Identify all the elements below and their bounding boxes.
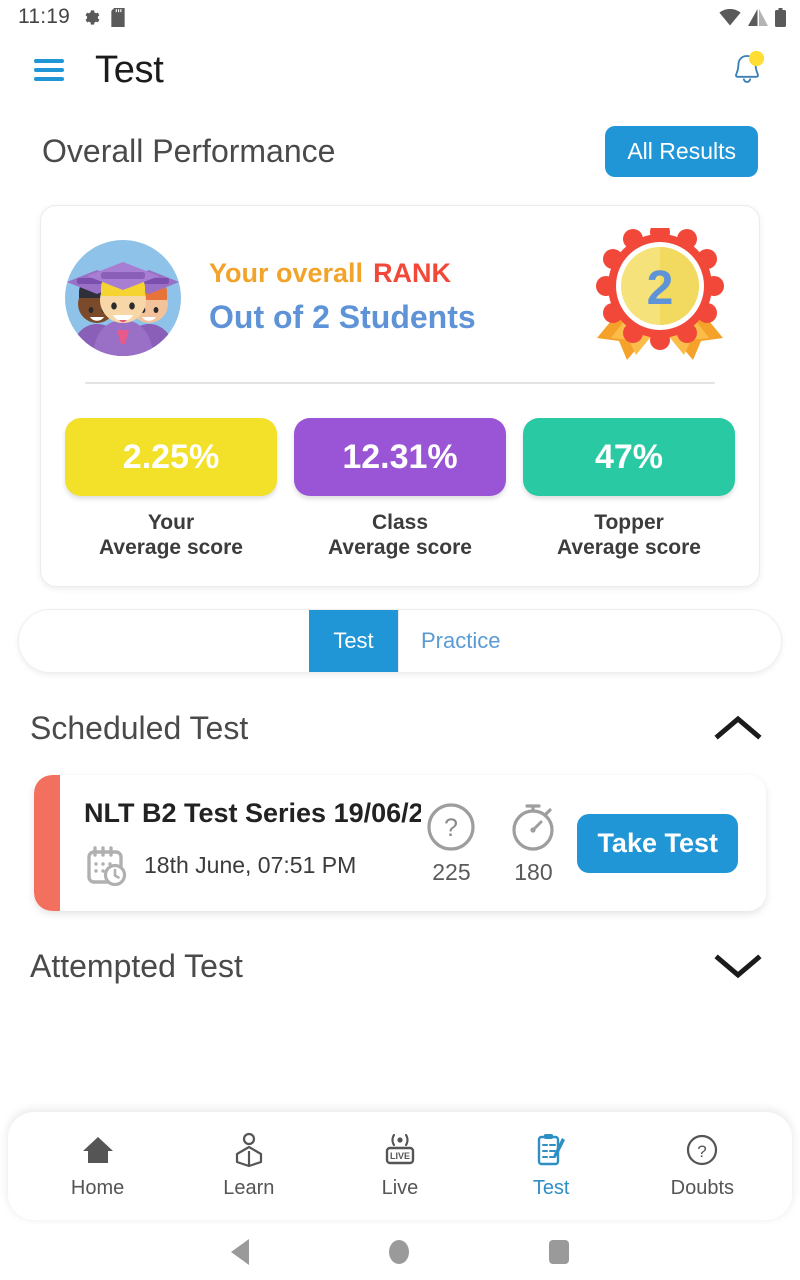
- chevron-up-icon[interactable]: [712, 712, 764, 744]
- rank-text-block: Your overall RANK Out of 2 Students: [209, 257, 585, 338]
- score-caption: Your Average score: [99, 510, 243, 560]
- nav-item-home[interactable]: Home: [38, 1132, 158, 1200]
- score-caption: Topper Average score: [557, 510, 701, 560]
- performance-card: Your overall RANK Out of 2 Students 2 2.…: [40, 205, 760, 588]
- tab-spacer: [19, 610, 309, 672]
- tab-practice[interactable]: Practice: [398, 610, 520, 673]
- notifications-button[interactable]: [722, 44, 774, 96]
- app-screen: 11:19 Test Overall Performance All Resul…: [0, 0, 800, 1280]
- square-recents-icon[interactable]: [549, 1240, 569, 1264]
- wifi-icon: [719, 8, 741, 25]
- page-title: Test: [95, 48, 164, 91]
- take-test-button[interactable]: Take Test: [577, 813, 738, 873]
- android-system-nav: [0, 1224, 800, 1280]
- score-caption-line2: Average score: [328, 536, 472, 560]
- nav-item-doubts[interactable]: ? Doubts: [642, 1132, 762, 1200]
- calendar-clock-icon: [87, 846, 127, 886]
- status-bar-clock: 11:19: [18, 5, 70, 28]
- rank-label-prefix: Your overall: [209, 258, 364, 289]
- signal-icon: [748, 8, 768, 26]
- score-caption-line1: Your: [147, 511, 195, 534]
- scheduled-test-card[interactable]: NLT B2 Test Series 19/06/2... 18th June,…: [34, 775, 766, 912]
- scheduled-test-title: Scheduled Test: [30, 709, 249, 746]
- nav-item-live[interactable]: LIVE Live: [340, 1132, 460, 1200]
- card-accent-strip: [34, 775, 60, 912]
- test-datetime: 18th June, 07:51 PM: [144, 852, 357, 879]
- score-value: 47%: [523, 418, 735, 496]
- all-results-button[interactable]: All Results: [605, 126, 758, 177]
- nav-item-learn[interactable]: Learn: [189, 1132, 309, 1200]
- rosette-badge-icon: 2: [596, 228, 724, 360]
- score-caption-line1: Topper: [594, 511, 664, 534]
- live-icon: LIVE: [385, 1133, 415, 1165]
- home-icon: [82, 1137, 113, 1163]
- tab-test[interactable]: Test: [309, 610, 398, 673]
- bell-icon: [735, 50, 765, 83]
- rank-row: Your overall RANK Out of 2 Students 2: [63, 228, 737, 368]
- question-count-stat: ? 225: [421, 801, 481, 886]
- test-schedule-row: 18th June, 07:51 PM: [84, 843, 421, 889]
- score-value: 12.31%: [294, 418, 506, 496]
- scheduled-test-header[interactable]: Scheduled Test: [0, 703, 800, 753]
- graduates-avatar: [65, 240, 181, 356]
- status-bar-left: 11:19: [18, 5, 125, 29]
- reading-icon: [235, 1132, 262, 1168]
- card-divider: [85, 382, 715, 384]
- question-count-value: 225: [432, 858, 471, 885]
- chevron-down-icon[interactable]: [712, 950, 764, 982]
- circle-home-icon[interactable]: [389, 1240, 409, 1264]
- status-bar: 11:19: [0, 0, 800, 34]
- overall-performance-header: Overall Performance All Results: [0, 106, 800, 177]
- test-practice-tabs: Test Practice: [18, 609, 782, 674]
- bottom-navigation: Home Learn LIVE Live Test ? Doubts: [8, 1112, 792, 1220]
- sdcard-icon: [111, 7, 125, 27]
- nav-label: Home: [70, 1177, 125, 1199]
- duration-stat: 180: [503, 801, 563, 886]
- rank-label-line: Your overall RANK: [209, 257, 585, 291]
- score-pill-topper: 47% Topper Average score: [523, 418, 735, 560]
- svg-text:?: ?: [698, 1142, 707, 1161]
- notification-badge-dot: [748, 50, 765, 67]
- stopwatch-icon: [512, 804, 555, 851]
- test-card-info: NLT B2 Test Series 19/06/2... 18th June,…: [84, 798, 421, 889]
- nav-label: Doubts: [670, 1177, 735, 1199]
- score-caption-line2: Average score: [557, 536, 701, 560]
- duration-value: 180: [514, 858, 553, 885]
- rank-label-rank: RANK: [373, 258, 452, 289]
- svg-text:?: ?: [444, 814, 458, 842]
- test-stats: ? 225 180: [421, 801, 563, 886]
- battery-icon: [775, 7, 786, 27]
- score-pill-your: 2.25% Your Average score: [65, 418, 277, 560]
- app-bar: Test: [0, 34, 800, 106]
- score-pills: 2.25% Your Average score 12.31% Class Av…: [63, 418, 737, 560]
- rosette-rank-value: 2: [647, 262, 674, 315]
- status-bar-right: [719, 7, 786, 27]
- triangle-back-icon[interactable]: [231, 1239, 249, 1265]
- attempted-test-title: Attempted Test: [30, 947, 243, 984]
- nav-item-test[interactable]: Test: [491, 1132, 611, 1200]
- nav-label: Live: [381, 1177, 419, 1199]
- score-caption: Class Average score: [328, 510, 472, 560]
- clipboard-pen-icon: [537, 1134, 566, 1166]
- question-mark-circle-icon: ?: [427, 803, 476, 851]
- nav-label: Learn: [223, 1177, 275, 1199]
- score-caption-line1: Class: [371, 511, 429, 534]
- test-name: NLT B2 Test Series 19/06/2...: [84, 797, 422, 828]
- question-circle-icon: ?: [687, 1134, 718, 1166]
- gear-icon: [85, 9, 100, 25]
- hamburger-menu-icon[interactable]: [34, 59, 64, 81]
- attempted-test-header[interactable]: Attempted Test: [0, 941, 800, 991]
- rank-out-of-text: Out of 2 Students: [209, 299, 476, 336]
- score-value: 2.25%: [65, 418, 277, 496]
- svg-text:LIVE: LIVE: [390, 1151, 410, 1161]
- nav-label: Test: [532, 1177, 570, 1199]
- overall-performance-title: Overall Performance: [42, 133, 336, 169]
- score-pill-class: 12.31% Class Average score: [294, 418, 506, 560]
- score-caption-line2: Average score: [99, 536, 243, 560]
